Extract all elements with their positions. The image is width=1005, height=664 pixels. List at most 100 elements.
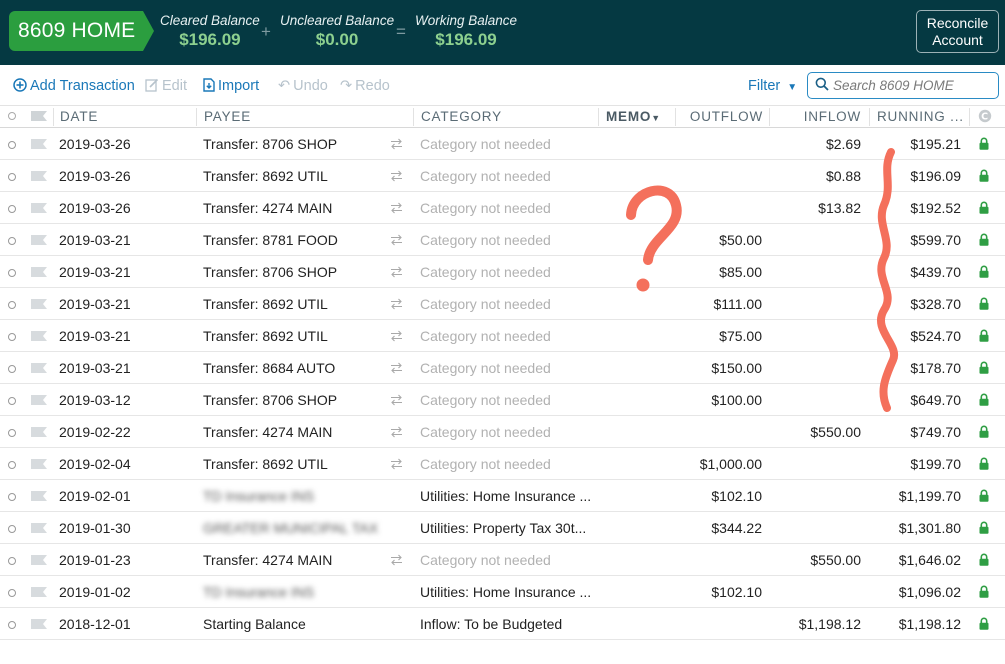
row-inflow[interactable]: $0.88 — [826, 168, 861, 184]
search-input[interactable] — [833, 76, 993, 95]
row-category[interactable]: Category not needed — [420, 392, 551, 408]
row-payee[interactable]: Transfer: 8684 AUTO — [203, 360, 335, 376]
row-payee[interactable]: TD Insurance INS — [203, 584, 314, 600]
flag-icon[interactable] — [31, 555, 47, 565]
flag-icon[interactable] — [31, 299, 47, 309]
row-select-radio[interactable] — [8, 301, 16, 309]
row-category[interactable]: Category not needed — [420, 264, 551, 280]
row-inflow[interactable]: $2.69 — [826, 136, 861, 152]
transaction-row[interactable]: 2019-02-01 TD Insurance INS Utilities: H… — [0, 480, 1005, 512]
row-select-radio[interactable] — [8, 621, 16, 629]
row-date[interactable]: 2019-01-23 — [59, 552, 131, 568]
account-name-badge[interactable]: 8609 HOME — [9, 11, 143, 51]
col-payee[interactable]: PAYEE — [204, 108, 414, 126]
row-payee[interactable]: Transfer: 8706 SHOP — [203, 264, 337, 280]
row-outflow[interactable]: $102.10 — [711, 488, 762, 504]
col-memo[interactable]: MEMO▼ — [606, 108, 676, 126]
row-category[interactable]: Category not needed — [420, 136, 551, 152]
row-inflow[interactable]: $550.00 — [810, 424, 861, 440]
row-select-radio[interactable] — [8, 461, 16, 469]
row-date[interactable]: 2019-03-26 — [59, 136, 131, 152]
row-select-radio[interactable] — [8, 429, 16, 437]
row-inflow[interactable]: $550.00 — [810, 552, 861, 568]
row-outflow[interactable]: $150.00 — [711, 360, 762, 376]
lock-icon[interactable] — [979, 553, 989, 566]
row-outflow[interactable]: $50.00 — [719, 232, 762, 248]
transaction-row[interactable]: 2019-03-21 Transfer: 8706 SHOP Category … — [0, 256, 1005, 288]
row-date[interactable]: 2018-12-01 — [59, 616, 131, 632]
lock-icon[interactable] — [979, 297, 989, 310]
flag-icon[interactable] — [31, 235, 47, 245]
row-date[interactable]: 2019-01-30 — [59, 520, 131, 536]
row-date[interactable]: 2019-02-04 — [59, 456, 131, 472]
lock-icon[interactable] — [979, 201, 989, 214]
redo-button[interactable]: ↷ Redo — [340, 78, 390, 94]
transaction-row[interactable]: 2019-03-21 Transfer: 8692 UTIL Category … — [0, 320, 1005, 352]
row-date[interactable]: 2019-03-21 — [59, 296, 131, 312]
row-payee[interactable]: Transfer: 4274 MAIN — [203, 424, 332, 440]
row-category[interactable]: Category not needed — [420, 456, 551, 472]
flag-icon[interactable] — [31, 139, 47, 149]
row-payee[interactable]: Transfer: 8692 UTIL — [203, 328, 328, 344]
row-select-radio[interactable] — [8, 557, 16, 565]
col-outflow[interactable]: OUTFLOW — [676, 108, 770, 126]
row-date[interactable]: 2019-03-26 — [59, 168, 131, 184]
flag-icon[interactable] — [31, 267, 47, 277]
row-payee[interactable]: Transfer: 4274 MAIN — [203, 552, 332, 568]
row-outflow[interactable]: $111.00 — [713, 296, 762, 312]
cleared-column-icon[interactable]: C — [978, 109, 992, 123]
row-select-radio[interactable] — [8, 589, 16, 597]
row-date[interactable]: 2019-03-21 — [59, 232, 131, 248]
transaction-row[interactable]: 2019-02-22 Transfer: 4274 MAIN Category … — [0, 416, 1005, 448]
lock-icon[interactable] — [979, 329, 989, 342]
row-category[interactable]: Category not needed — [420, 328, 551, 344]
row-select-radio[interactable] — [8, 397, 16, 405]
add-transaction-button[interactable]: Add Transaction — [13, 78, 135, 94]
transaction-row[interactable]: 2019-03-21 Transfer: 8781 FOOD Category … — [0, 224, 1005, 256]
row-date[interactable]: 2019-03-12 — [59, 392, 131, 408]
transaction-row[interactable]: 2019-03-12 Transfer: 8706 SHOP Category … — [0, 384, 1005, 416]
row-payee[interactable]: Transfer: 8692 UTIL — [203, 296, 328, 312]
lock-icon[interactable] — [979, 361, 989, 374]
col-category[interactable]: CATEGORY — [421, 108, 599, 126]
transaction-row[interactable]: 2019-02-04 Transfer: 8692 UTIL Category … — [0, 448, 1005, 480]
col-running-balance[interactable]: RUNNING ... — [870, 108, 970, 126]
flag-icon[interactable] — [31, 203, 47, 213]
import-button[interactable]: Import — [203, 78, 259, 94]
row-category[interactable]: Category not needed — [420, 360, 551, 376]
flag-icon[interactable] — [31, 459, 47, 469]
lock-icon[interactable] — [979, 425, 989, 438]
col-inflow[interactable]: INFLOW — [770, 108, 870, 126]
transaction-row[interactable]: 2019-03-21 Transfer: 8684 AUTO Category … — [0, 352, 1005, 384]
flag-icon[interactable] — [31, 523, 47, 533]
flag-icon[interactable] — [31, 491, 47, 501]
row-select-radio[interactable] — [8, 205, 16, 213]
lock-icon[interactable] — [979, 457, 989, 470]
row-select-radio[interactable] — [8, 493, 16, 501]
row-payee[interactable]: Transfer: 4274 MAIN — [203, 200, 332, 216]
row-outflow[interactable]: $75.00 — [719, 328, 762, 344]
lock-icon[interactable] — [979, 521, 989, 534]
lock-icon[interactable] — [979, 585, 989, 598]
row-category[interactable]: Category not needed — [420, 168, 551, 184]
row-select-radio[interactable] — [8, 525, 16, 533]
row-date[interactable]: 2019-02-22 — [59, 424, 131, 440]
col-date[interactable]: DATE — [60, 108, 197, 126]
transaction-row[interactable]: 2019-03-26 Transfer: 8692 UTIL Category … — [0, 160, 1005, 192]
transaction-row[interactable]: 2019-01-23 Transfer: 4274 MAIN Category … — [0, 544, 1005, 576]
row-category[interactable]: Utilities: Property Tax 30t... — [420, 520, 586, 536]
reconcile-account-button[interactable]: Reconcile Account — [916, 10, 999, 53]
transaction-row[interactable]: 2019-03-21 Transfer: 8692 UTIL Category … — [0, 288, 1005, 320]
lock-icon[interactable] — [979, 617, 989, 630]
row-payee[interactable]: Transfer: 8781 FOOD — [203, 232, 338, 248]
row-category[interactable]: Category not needed — [420, 552, 551, 568]
lock-icon[interactable] — [979, 169, 989, 182]
row-date[interactable]: 2019-03-21 — [59, 264, 131, 280]
flag-icon[interactable] — [31, 363, 47, 373]
edit-button[interactable]: Edit — [145, 78, 187, 94]
row-outflow[interactable]: $1,000.00 — [700, 456, 762, 472]
row-date[interactable]: 2019-01-02 — [59, 584, 131, 600]
flag-icon[interactable] — [31, 171, 47, 181]
lock-icon[interactable] — [979, 489, 989, 502]
transaction-row[interactable]: 2019-01-02 TD Insurance INS Utilities: H… — [0, 576, 1005, 608]
